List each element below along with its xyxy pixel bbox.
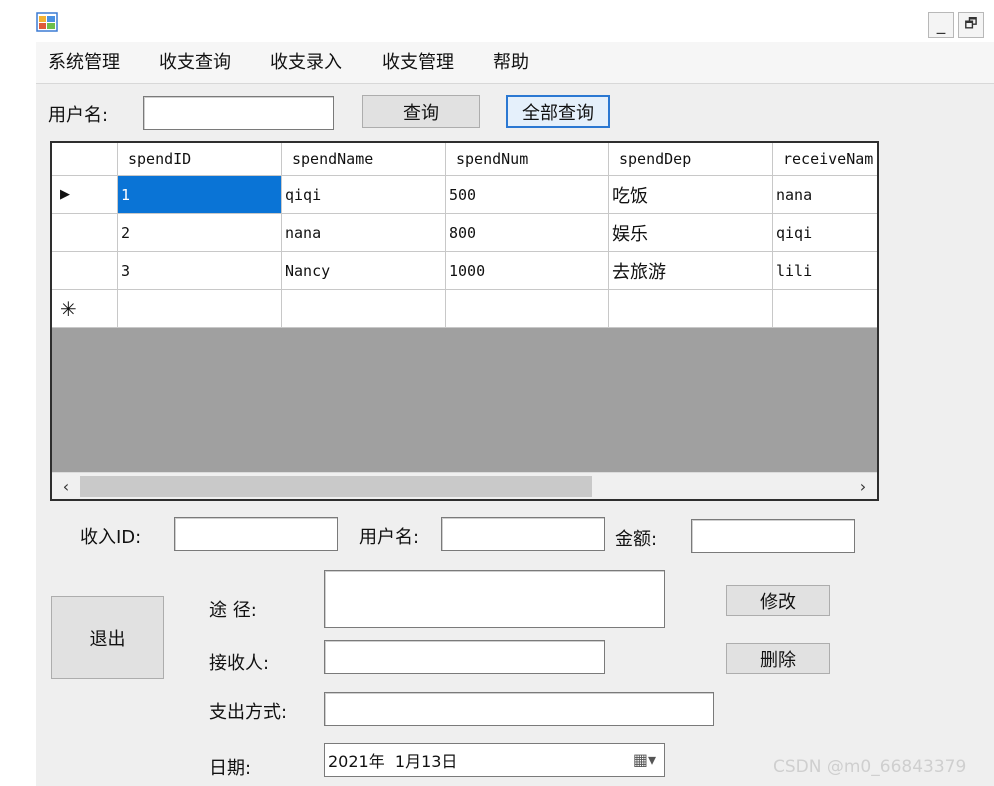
table-cell[interactable]: 800: [446, 214, 609, 252]
grid-header-row: spendID spendName spendNum spendDep rece…: [52, 143, 877, 176]
row-header-cell[interactable]: [52, 214, 118, 252]
scrollbar-thumb[interactable]: [80, 476, 592, 497]
table-cell[interactable]: Nancy: [282, 252, 446, 290]
table-cell[interactable]: 2: [118, 214, 282, 252]
grid-horizontal-scrollbar[interactable]: ‹ ›: [52, 472, 877, 499]
route-textarea[interactable]: [324, 570, 665, 628]
query-all-button[interactable]: 全部查询: [506, 95, 610, 128]
search-username-input[interactable]: [143, 96, 334, 130]
table-cell[interactable]: [446, 290, 609, 328]
table-cell[interactable]: 3: [118, 252, 282, 290]
current-row-indicator-icon[interactable]: ▶: [52, 176, 118, 214]
table-cell[interactable]: qiqi: [773, 214, 877, 252]
query-button[interactable]: 查询: [362, 95, 480, 128]
form-username-label: 用户名:: [359, 527, 420, 548]
column-header-spendname[interactable]: spendName: [282, 143, 446, 176]
income-id-label: 收入ID:: [80, 527, 142, 548]
minimize-button[interactable]: _: [928, 12, 954, 38]
restore-icon: 🗗: [964, 16, 978, 32]
restore-button[interactable]: 🗗: [958, 12, 984, 38]
pay-method-input[interactable]: [324, 692, 714, 726]
table-cell[interactable]: nana: [773, 176, 877, 214]
column-header-spendid[interactable]: spendID: [118, 143, 282, 176]
menu-help[interactable]: 帮助: [489, 42, 533, 84]
exit-button[interactable]: 退出: [51, 596, 164, 679]
receiver-label: 接收人:: [209, 653, 270, 674]
table-row[interactable]: ▶ 1 qiqi 500 吃饭 nana: [52, 176, 877, 214]
table-cell[interactable]: 1000: [446, 252, 609, 290]
menu-income-expense-entry[interactable]: 收支录入: [266, 42, 346, 84]
date-value: 2021年 1月13日: [328, 752, 458, 771]
route-label: 途 径:: [209, 600, 257, 621]
table-cell[interactable]: 吃饭: [609, 176, 773, 214]
table-cell[interactable]: 娱乐: [609, 214, 773, 252]
menu-income-expense-management[interactable]: 收支管理: [378, 42, 458, 84]
income-id-input[interactable]: [174, 517, 338, 551]
grid-corner-cell[interactable]: [52, 143, 118, 176]
table-cell[interactable]: [609, 290, 773, 328]
app-window-icon: [36, 12, 58, 32]
form-username-input[interactable]: [441, 517, 605, 551]
table-cell[interactable]: lili: [773, 252, 877, 290]
csdn-watermark: CSDN @m0_66843379: [773, 757, 967, 777]
menu-income-expense-query[interactable]: 收支查询: [155, 42, 235, 84]
table-cell[interactable]: 去旅游: [609, 252, 773, 290]
table-row[interactable]: 3 Nancy 1000 去旅游 lili: [52, 252, 877, 290]
menu-bar: 系统管理 收支查询 收支录入 收支管理 帮助: [36, 42, 994, 84]
column-header-spenddep[interactable]: spendDep: [609, 143, 773, 176]
row-header-cell[interactable]: [52, 252, 118, 290]
date-label: 日期:: [209, 758, 252, 779]
amount-input[interactable]: [691, 519, 855, 553]
calendar-dropdown-icon[interactable]: ▦▾: [633, 750, 656, 769]
receiver-input[interactable]: [324, 640, 605, 674]
pay-method-label: 支出方式:: [209, 702, 288, 723]
new-table-row[interactable]: ✳: [52, 290, 877, 328]
modify-button[interactable]: 修改: [726, 585, 830, 616]
new-row-asterisk-icon[interactable]: ✳: [52, 290, 118, 328]
table-cell[interactable]: [118, 290, 282, 328]
scroll-left-arrow-icon[interactable]: ‹: [52, 473, 80, 499]
table-cell[interactable]: 1: [118, 176, 282, 214]
minimize-icon: _: [936, 15, 946, 35]
table-cell[interactable]: [773, 290, 877, 328]
table-row[interactable]: 2 nana 800 娱乐 qiqi: [52, 214, 877, 252]
date-picker[interactable]: 2021年 1月13日 ▦▾: [324, 743, 665, 777]
delete-button[interactable]: 删除: [726, 643, 830, 674]
table-cell[interactable]: [282, 290, 446, 328]
menu-system-management[interactable]: 系统管理: [44, 42, 124, 84]
table-cell[interactable]: 500: [446, 176, 609, 214]
scroll-right-arrow-icon[interactable]: ›: [849, 473, 877, 499]
column-header-spendnum[interactable]: spendNum: [446, 143, 609, 176]
table-cell[interactable]: qiqi: [282, 176, 446, 214]
column-header-receivename[interactable]: receiveNam: [773, 143, 877, 176]
amount-label: 金额:: [615, 529, 658, 550]
table-cell[interactable]: nana: [282, 214, 446, 252]
data-grid[interactable]: spendID spendName spendNum spendDep rece…: [50, 141, 879, 501]
search-username-label: 用户名:: [48, 105, 109, 126]
title-bar: _ 🗗: [0, 0, 994, 42]
